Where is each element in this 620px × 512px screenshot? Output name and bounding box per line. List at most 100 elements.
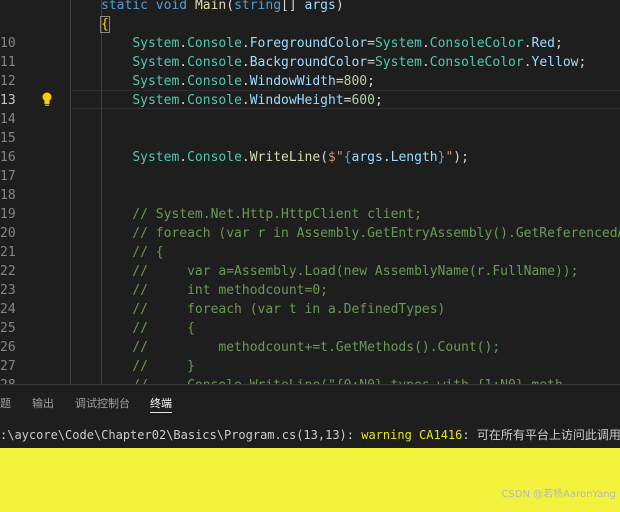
terminal-path: :\aycore\Code\Chapter02\Basics\Program.c…	[0, 428, 362, 442]
code-token: // }	[101, 359, 195, 374]
line-number: 14	[0, 112, 16, 127]
code-line[interactable]: 26 // methodcount+=t.GetMethods().Count(…	[0, 338, 620, 357]
code-token: WriteLine	[249, 150, 321, 165]
code-text: System.Console.WriteLine($"{args.Length}…	[101, 148, 469, 167]
code-line[interactable]: 11 System.Console.BackgroundColor=System…	[0, 53, 620, 72]
code-line[interactable]: 24 // foreach (var t in a.DefinedTypes)	[0, 300, 620, 319]
code-token: );	[453, 150, 469, 165]
line-number: 28	[0, 376, 16, 384]
line-number: 19	[0, 207, 16, 222]
code-token: // methodcount+=t.GetMethods().Count();	[101, 340, 501, 355]
code-token: Console	[187, 36, 242, 51]
code-line[interactable]: 27 // }	[0, 357, 620, 376]
code-token: =	[367, 36, 375, 51]
code-token: // {	[101, 321, 195, 336]
code-line[interactable]: 13 System.Console.WindowHeight=600;	[0, 91, 620, 110]
line-number: 10	[0, 36, 16, 51]
code-line[interactable]: 19 // System.Net.Http.HttpClient client;	[0, 205, 620, 224]
code-token: // {	[101, 245, 164, 260]
code-text: // methodcount+=t.GetMethods().Count();	[101, 338, 500, 357]
code-text: System.Console.WindowWidth=800;	[101, 72, 375, 91]
line-number: 22	[0, 264, 16, 279]
line-number: 13	[0, 93, 16, 108]
code-line[interactable]: static void Main(string[] args)	[0, 0, 620, 15]
code-token: .	[179, 150, 188, 165]
code-token: 800	[343, 74, 368, 89]
code-line[interactable]: 28 // Console.WriteLine("{0:N0} types wi…	[0, 376, 620, 384]
code-token: .	[523, 36, 532, 51]
code-token: System	[132, 150, 180, 165]
code-line[interactable]: 12 System.Console.WindowWidth=800;	[0, 72, 620, 91]
code-text: static void Main(string[] args)	[101, 0, 344, 15]
code-editor[interactable]: static void Main(string[] args){10 Syste…	[0, 0, 620, 384]
code-line[interactable]: 22 // var a=Assembly.Load(new AssemblyNa…	[0, 262, 620, 281]
code-line[interactable]: 18	[0, 186, 620, 205]
code-token: Console	[187, 150, 242, 165]
code-token: // int methodcount=0;	[101, 283, 328, 298]
panel-tab-bar: 题 输出 调试控制台 终端	[0, 384, 620, 422]
code-line[interactable]: 20 // foreach (var r in Assembly.GetEntr…	[0, 224, 620, 243]
code-token: .	[241, 93, 250, 108]
code-line[interactable]: 23 // int methodcount=0;	[0, 281, 620, 300]
code-token: string	[234, 0, 282, 13]
lightbulb-icon[interactable]	[41, 92, 53, 106]
line-number: 24	[0, 302, 16, 317]
code-token: (	[320, 150, 329, 165]
code-token: System	[132, 55, 180, 70]
code-token: void	[155, 0, 188, 13]
code-token: .	[241, 55, 250, 70]
tab-problems[interactable]: 题	[0, 395, 11, 411]
tab-terminal[interactable]: 终端	[150, 395, 172, 413]
code-line[interactable]: 14	[0, 110, 620, 129]
code-token: // foreach (var t in a.DefinedTypes)	[101, 302, 446, 317]
line-number: 17	[0, 169, 16, 184]
code-text: {	[100, 15, 110, 34]
code-token: []	[281, 0, 305, 13]
code-token: .	[421, 36, 430, 51]
code-token: $"	[328, 150, 344, 165]
code-token: // var a=Assembly.Load(new AssemblyName(…	[101, 264, 579, 279]
tab-debug-console[interactable]: 调试控制台	[75, 395, 130, 411]
code-token: Length	[390, 150, 438, 165]
code-token: .	[241, 74, 250, 89]
code-token: .	[179, 55, 188, 70]
code-token: ;	[374, 93, 383, 108]
line-number: 12	[0, 74, 16, 89]
line-number: 25	[0, 321, 16, 336]
code-token: System	[132, 36, 180, 51]
code-text: System.Console.ForegroundColor=System.Co…	[101, 34, 563, 53]
code-token: Console	[187, 93, 242, 108]
code-text: // var a=Assembly.Load(new AssemblyName(…	[101, 262, 578, 281]
code-line[interactable]: 17	[0, 167, 620, 186]
code-line[interactable]: 10 System.Console.ForegroundColor=System…	[0, 34, 620, 53]
code-text: // int methodcount=0;	[101, 281, 328, 300]
code-token: .	[241, 150, 250, 165]
code-token: WindowHeight	[249, 93, 344, 108]
code-token: {	[100, 16, 110, 33]
code-text: // {	[101, 243, 164, 262]
line-number: 16	[0, 150, 16, 165]
code-text: // foreach (var t in a.DefinedTypes)	[101, 300, 445, 319]
code-token: System	[374, 55, 422, 70]
code-token: Console	[187, 55, 242, 70]
terminal-message: : 可在所有平台上访问此调用	[462, 428, 620, 442]
console-output-area[interactable]: CSDN @若杨AaronYang	[0, 448, 620, 512]
code-line[interactable]: 21 // {	[0, 243, 620, 262]
code-text: // System.Net.Http.HttpClient client;	[101, 205, 422, 224]
code-token: args	[351, 150, 383, 165]
line-number: 27	[0, 359, 16, 374]
code-line[interactable]: 15	[0, 129, 620, 148]
code-token: System	[132, 93, 180, 108]
code-line[interactable]: {	[0, 15, 620, 34]
tab-output[interactable]: 输出	[32, 395, 54, 411]
code-text: System.Console.WindowHeight=600;	[101, 91, 383, 110]
code-token: BackgroundColor	[249, 55, 368, 70]
code-token: Console	[187, 74, 242, 89]
code-token: Main	[194, 0, 227, 13]
code-line[interactable]: 25 // {	[0, 319, 620, 338]
code-line[interactable]: 16 System.Console.WriteLine($"{args.Leng…	[0, 148, 620, 167]
